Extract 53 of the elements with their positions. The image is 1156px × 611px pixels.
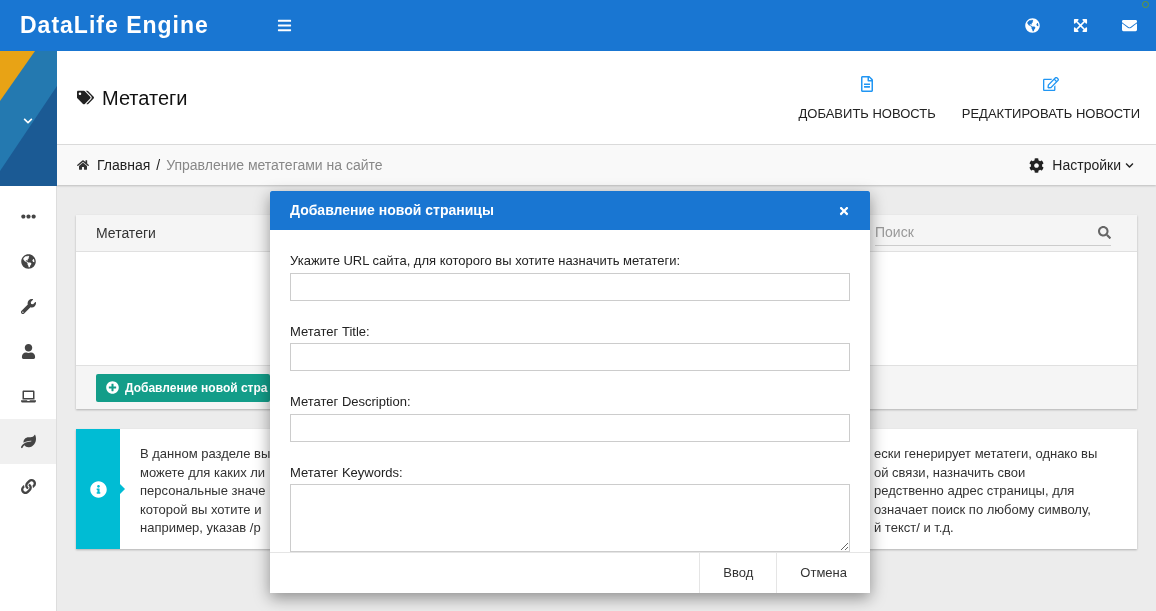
dialog-button[interactable]: Ввод (699, 553, 777, 593)
breadcrumb-current: Управление метатегами на сайте (166, 155, 383, 175)
info-text-line: которой вы хотите и (140, 500, 262, 519)
search-input[interactable]: Поиск (875, 222, 1098, 243)
expand-icon[interactable] (1073, 18, 1088, 33)
menu-icon[interactable] (277, 18, 292, 33)
search-field[interactable]: Поиск (875, 220, 1111, 246)
search-icon[interactable] (1098, 226, 1111, 239)
field-label: Метатег Title: (290, 322, 371, 341)
link-icon (20, 479, 36, 494)
mail-icon[interactable] (1121, 18, 1138, 33)
page-title: Метатеги (102, 85, 188, 111)
info-text-line: например, указав /р (140, 519, 261, 537)
settings-icon (1029, 157, 1045, 173)
info-icon (89, 480, 107, 498)
field-label: Укажите URL сайта, для которого вы хотите назначить метатеги: (290, 252, 682, 270)
brand-title[interactable]: DataLife Engine (20, 8, 260, 43)
field-label: Метатег Keywords: (290, 463, 404, 482)
globe-icon (20, 254, 36, 269)
info-text-line: можете для каких ли (140, 463, 266, 482)
edit-icon (1042, 75, 1059, 92)
text-field[interactable] (290, 413, 850, 442)
sidebar-item[interactable] (0, 419, 56, 464)
wrench-icon (20, 299, 36, 314)
info-text-line: редственно адрес страницы, для (874, 482, 1075, 500)
modal-title: Добавление новой страницы (290, 201, 495, 220)
info-text-line: ески генерирует метатеги, однако вы (874, 445, 1098, 463)
caret-icon (1125, 160, 1134, 170)
panel-title: Метатеги (96, 223, 156, 243)
toolbar-button[interactable]: РЕДАКТИРОВАТЬ НОВОСТИ (948, 71, 1153, 124)
info-text-line: ой связи, назначить свои (874, 463, 1026, 482)
laptop-icon (20, 389, 36, 404)
field-label: Метатег Description: (290, 393, 412, 411)
info-text-line: означает поиск по любому символу, (874, 500, 1091, 519)
document-icon (859, 75, 876, 92)
dialog-button[interactable]: Отмена (776, 553, 870, 593)
text-field[interactable] (290, 272, 850, 301)
settings-dropdown[interactable]: Настройки (1029, 154, 1134, 176)
breadcrumb-separator: / (156, 155, 161, 175)
breadcrumb-link[interactable]: Главная (97, 154, 151, 176)
info-text-line: й текст/ и т.д. (874, 519, 954, 537)
plus-icon (106, 381, 119, 394)
tags-icon (77, 89, 94, 106)
text-field[interactable] (290, 343, 850, 371)
user-icon (20, 344, 36, 359)
toolbar-button[interactable]: ДОБАВИТЬ НОВОСТЬ (785, 71, 949, 124)
info-text-line: персональные значе (140, 482, 266, 500)
info-text-line: В данном разделе вы (140, 445, 271, 463)
leaf-icon (20, 434, 36, 449)
globe-icon[interactable] (1025, 18, 1040, 33)
chevron-icon[interactable] (23, 116, 33, 126)
home-icon (77, 159, 89, 171)
close-icon[interactable] (838, 204, 850, 217)
